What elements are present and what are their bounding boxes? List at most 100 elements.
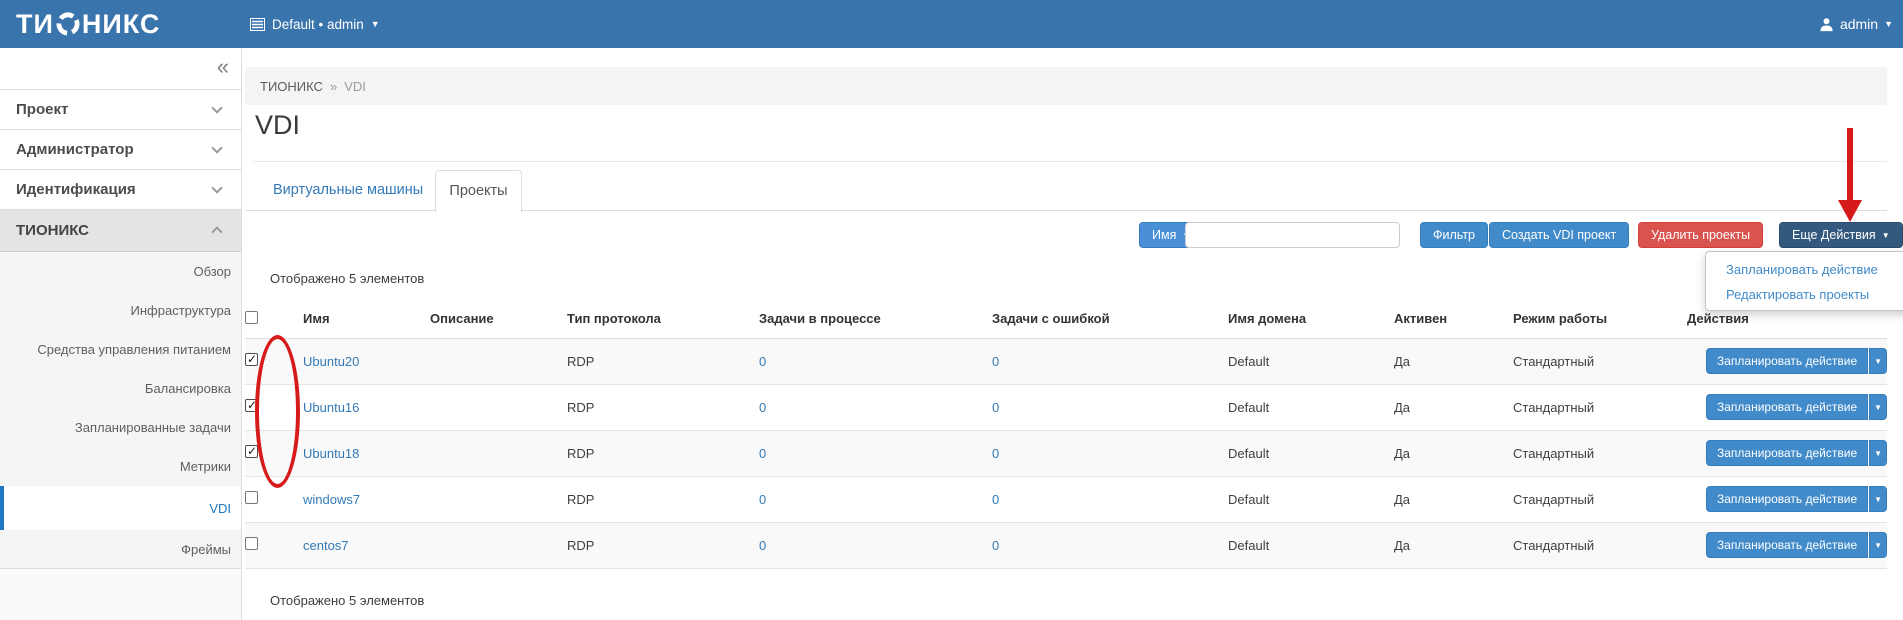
- tab-virtual-machines[interactable]: Виртуальные машины: [258, 170, 438, 211]
- project-switcher-label: Default • admin: [272, 17, 364, 32]
- tasks-with-error-link[interactable]: 0: [992, 492, 999, 507]
- sidebar: « Проект Администратор Идентификация ТИО…: [0, 48, 242, 620]
- col-header-protocol: Тип протокола: [567, 300, 759, 338]
- sidebar-subitem-balancing[interactable]: Балансировка: [0, 369, 241, 408]
- menu-item-schedule-action[interactable]: Запланировать действие: [1706, 257, 1903, 282]
- items-count-top: Отображено 5 элементов: [270, 271, 424, 286]
- sidebar-subitem-frames[interactable]: Фреймы: [0, 530, 241, 569]
- top-bar: ТИ НИКС Default • admin ▼ admin ▼: [0, 0, 1903, 48]
- cell-description: [430, 476, 567, 522]
- project-switcher[interactable]: Default • admin ▼: [250, 0, 380, 48]
- row-checkbox[interactable]: [245, 399, 258, 412]
- cell-mode: Стандартный: [1513, 384, 1687, 430]
- sidebar-subitem-infrastructure[interactable]: Инфраструктура: [0, 291, 241, 330]
- table-row: centos7 RDP 0 0 Default Да Стандартный З…: [245, 522, 1887, 568]
- breadcrumb-current: VDI: [344, 79, 366, 94]
- project-name-link[interactable]: Ubuntu18: [303, 446, 359, 461]
- projects-table: Имя Описание Тип протокола Задачи в проц…: [245, 300, 1887, 569]
- cell-active: Да: [1394, 384, 1513, 430]
- more-actions-button[interactable]: Еще Действия ▼: [1779, 222, 1903, 248]
- sidebar-subitem-overview[interactable]: Обзор: [0, 252, 241, 291]
- tasks-with-error-link[interactable]: 0: [992, 400, 999, 415]
- tasks-in-progress-link[interactable]: 0: [759, 400, 766, 415]
- cell-active: Да: [1394, 430, 1513, 476]
- tab-projects[interactable]: Проекты: [435, 170, 522, 212]
- tasks-with-error-link[interactable]: 0: [992, 538, 999, 553]
- cell-domain: Default: [1228, 338, 1394, 384]
- tasks-in-progress-link[interactable]: 0: [759, 354, 766, 369]
- sidebar-item-identity[interactable]: Идентификация: [0, 170, 241, 210]
- user-icon: [1819, 17, 1834, 32]
- col-header-description: Описание: [430, 300, 567, 338]
- row-actions-dropdown-toggle[interactable]: ▼: [1869, 532, 1887, 558]
- tasks-in-progress-link[interactable]: 0: [759, 446, 766, 461]
- logo-o-icon: [55, 11, 81, 37]
- items-count-bottom: Отображено 5 элементов: [270, 593, 424, 608]
- row-checkbox[interactable]: [245, 353, 258, 366]
- vdi-projects-page: ТИ НИКС Default • admin ▼ admin ▼: [0, 0, 1903, 620]
- tionix-logo: ТИ НИКС: [16, 0, 160, 48]
- cell-protocol: RDP: [567, 430, 759, 476]
- tasks-with-error-link[interactable]: 0: [992, 354, 999, 369]
- create-vdi-project-button[interactable]: Создать VDI проект: [1489, 222, 1629, 248]
- col-header-mode: Режим работы: [1513, 300, 1687, 338]
- project-name-link[interactable]: centos7: [303, 538, 349, 553]
- breadcrumb-root-link[interactable]: ТИОНИКС: [260, 79, 323, 94]
- schedule-action-button[interactable]: Запланировать действие: [1706, 348, 1868, 374]
- sidebar-item-administrator[interactable]: Администратор: [0, 130, 241, 170]
- cell-protocol: RDP: [567, 522, 759, 568]
- cell-mode: Стандартный: [1513, 476, 1687, 522]
- row-checkbox[interactable]: [245, 491, 258, 504]
- row-actions-dropdown-toggle[interactable]: ▼: [1869, 394, 1887, 420]
- cell-description: [430, 522, 567, 568]
- sidebar-subitem-scheduled-tasks[interactable]: Запланированные задачи: [0, 408, 241, 447]
- select-all-checkbox[interactable]: [245, 311, 258, 324]
- schedule-action-button[interactable]: Запланировать действие: [1706, 532, 1868, 558]
- project-list-icon: [250, 18, 265, 31]
- page-title: VDI: [255, 110, 300, 141]
- annotation-arrow: [1847, 128, 1853, 202]
- sidebar-item-tionix[interactable]: ТИОНИКС: [0, 210, 241, 252]
- schedule-action-button[interactable]: Запланировать действие: [1706, 394, 1868, 420]
- tasks-with-error-link[interactable]: 0: [992, 446, 999, 461]
- chevron-icon: [211, 182, 222, 193]
- cell-domain: Default: [1228, 384, 1394, 430]
- project-name-link[interactable]: windows7: [303, 492, 360, 507]
- chevron-icon: [211, 226, 222, 237]
- sidebar-subitem-vdi[interactable]: VDI: [0, 486, 241, 530]
- col-header-active: Активен: [1394, 300, 1513, 338]
- cell-domain: Default: [1228, 430, 1394, 476]
- delete-projects-button[interactable]: Удалить проекты: [1638, 222, 1763, 248]
- sidebar-item-project[interactable]: Проект: [0, 90, 241, 130]
- row-actions-dropdown-toggle[interactable]: ▼: [1869, 486, 1887, 512]
- sidebar-subitem-metrics[interactable]: Метрики: [0, 447, 241, 486]
- project-name-link[interactable]: Ubuntu16: [303, 400, 359, 415]
- row-checkbox[interactable]: [245, 537, 258, 550]
- tasks-in-progress-link[interactable]: 0: [759, 538, 766, 553]
- chevron-down-icon: ▼: [371, 19, 380, 29]
- cell-mode: Стандартный: [1513, 338, 1687, 384]
- col-header-tasks-in-progress: Задачи в процессе: [759, 300, 992, 338]
- sidebar-collapse-row: «: [0, 48, 241, 90]
- table-row: Ubuntu16 RDP 0 0 Default Да Стандартный …: [245, 384, 1887, 430]
- schedule-action-button[interactable]: Запланировать действие: [1706, 440, 1868, 466]
- chevron-down-icon: ▼: [1882, 231, 1890, 240]
- breadcrumb-separator: »: [330, 79, 337, 94]
- user-menu[interactable]: admin ▼: [1819, 0, 1893, 48]
- sidebar-item-label: Проект: [16, 101, 68, 118]
- cell-active: Да: [1394, 522, 1513, 568]
- schedule-action-button[interactable]: Запланировать действие: [1706, 486, 1868, 512]
- tasks-in-progress-link[interactable]: 0: [759, 492, 766, 507]
- menu-item-edit-projects[interactable]: Редактировать проекты: [1706, 282, 1903, 307]
- search-input[interactable]: [1185, 222, 1400, 248]
- logo-text-prefix: ТИ: [16, 9, 54, 40]
- sidebar-subitem-power-management[interactable]: Средства управления питанием: [0, 330, 241, 369]
- row-actions-dropdown-toggle[interactable]: ▼: [1869, 348, 1887, 374]
- project-name-link[interactable]: Ubuntu20: [303, 354, 359, 369]
- chevron-icon: [211, 142, 222, 153]
- cell-mode: Стандартный: [1513, 430, 1687, 476]
- row-actions-dropdown-toggle[interactable]: ▼: [1869, 440, 1887, 466]
- sidebar-collapse-button[interactable]: «: [217, 54, 229, 80]
- row-checkbox[interactable]: [245, 445, 258, 458]
- filter-button[interactable]: Фильтр: [1420, 222, 1488, 248]
